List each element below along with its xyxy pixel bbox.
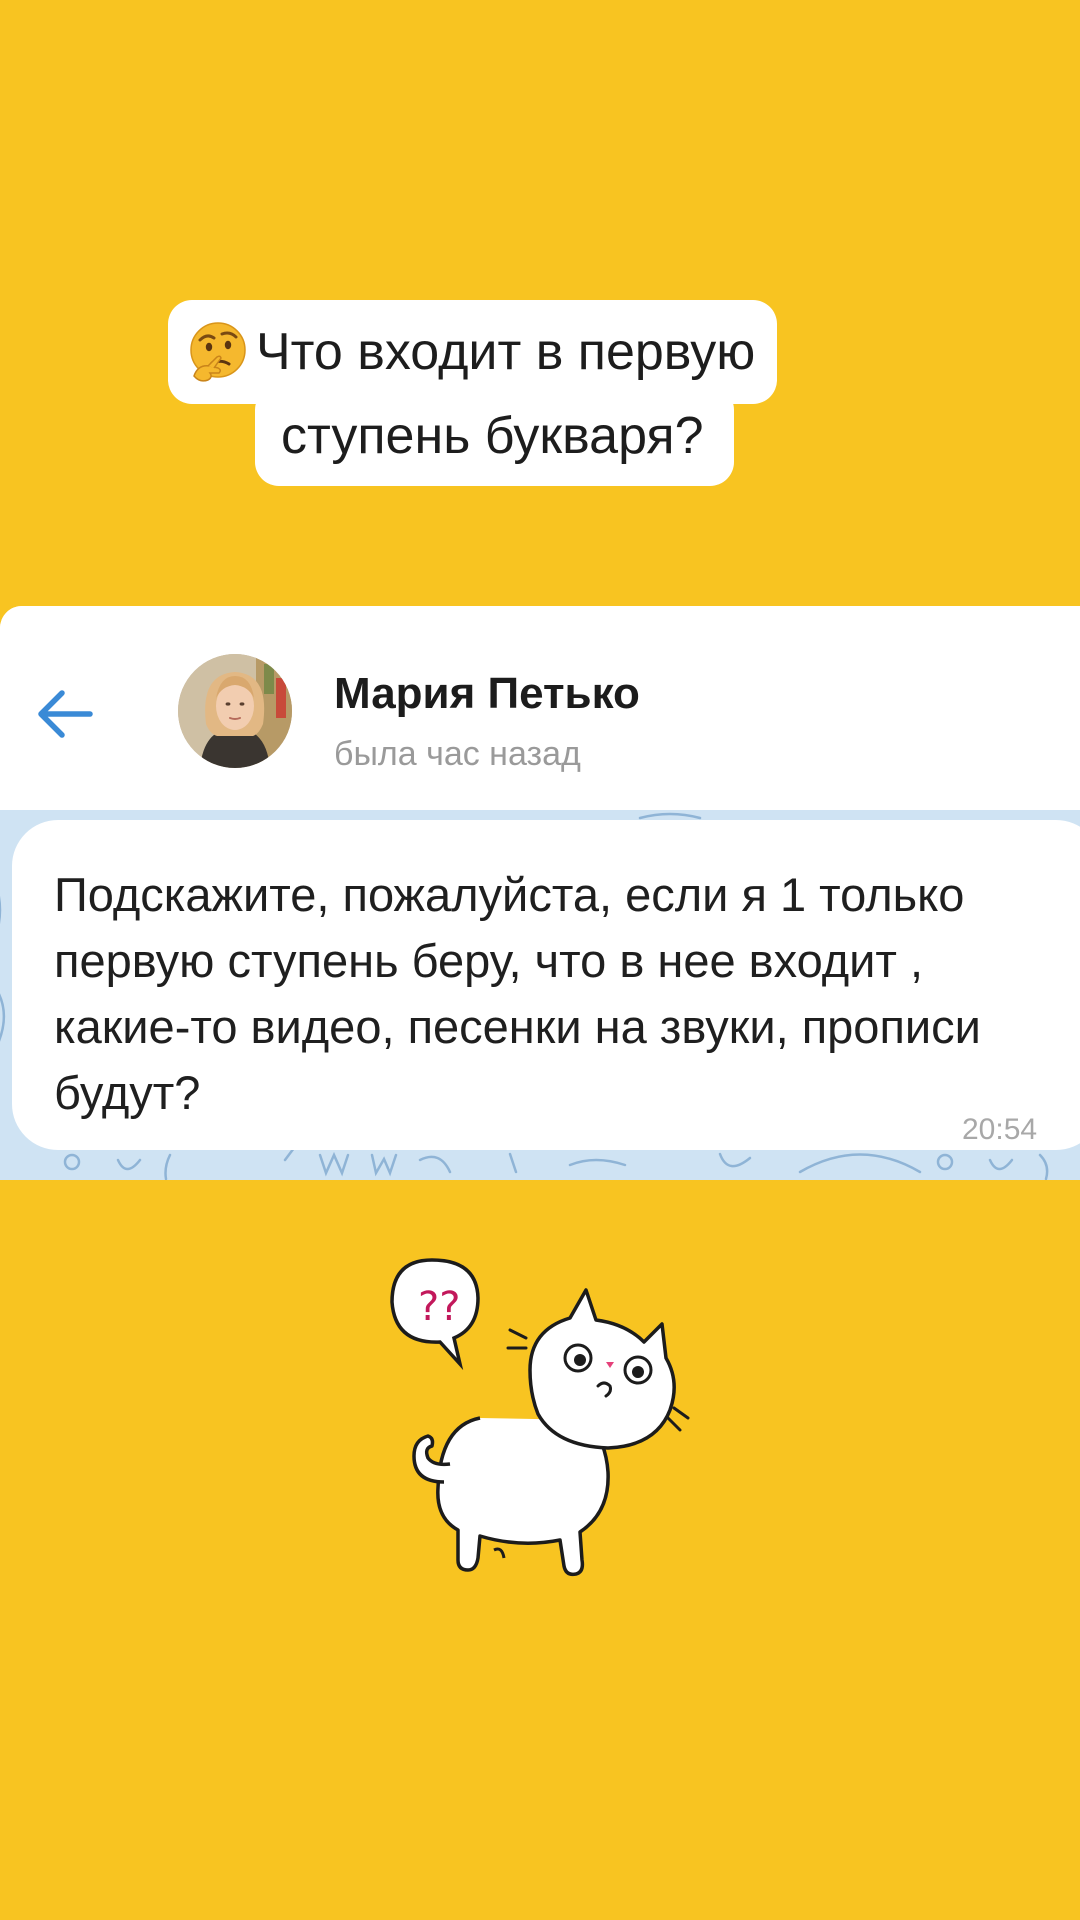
contact-status: была час назад: [334, 735, 581, 773]
chat-body: Подскажите, пожалуйста, если я 1 только …: [0, 810, 1080, 1180]
heading-text-line-1: Что входит в первую: [256, 323, 756, 381]
message-time: 20:54: [962, 1113, 1038, 1146]
arrow-left-icon[interactable]: [30, 684, 100, 744]
sticker-bubble-text: ??: [418, 1284, 460, 1330]
confused-cat-icon: ??: [390, 1258, 690, 1577]
heading-line-1: Что входит в первую: [168, 300, 778, 404]
thinking-face-icon: [190, 322, 246, 382]
avatar[interactable]: [178, 654, 292, 768]
message-bubble[interactable]: Подскажите, пожалуйста, если я 1 только …: [12, 820, 1080, 1150]
chat-header: Мария Петько была час назад: [0, 606, 1080, 810]
heading-line-2: ступень букваря?: [255, 386, 734, 486]
contact-name[interactable]: Мария Петько: [334, 668, 640, 720]
chat-screenshot: Мария Петько была час назад Подскажите, …: [0, 606, 1080, 1180]
message-text: Подскажите, пожалуйста, если я 1 только …: [54, 868, 981, 1119]
heading-text-line-2: ступень букваря?: [281, 407, 704, 465]
avatar-photo: [178, 654, 292, 768]
